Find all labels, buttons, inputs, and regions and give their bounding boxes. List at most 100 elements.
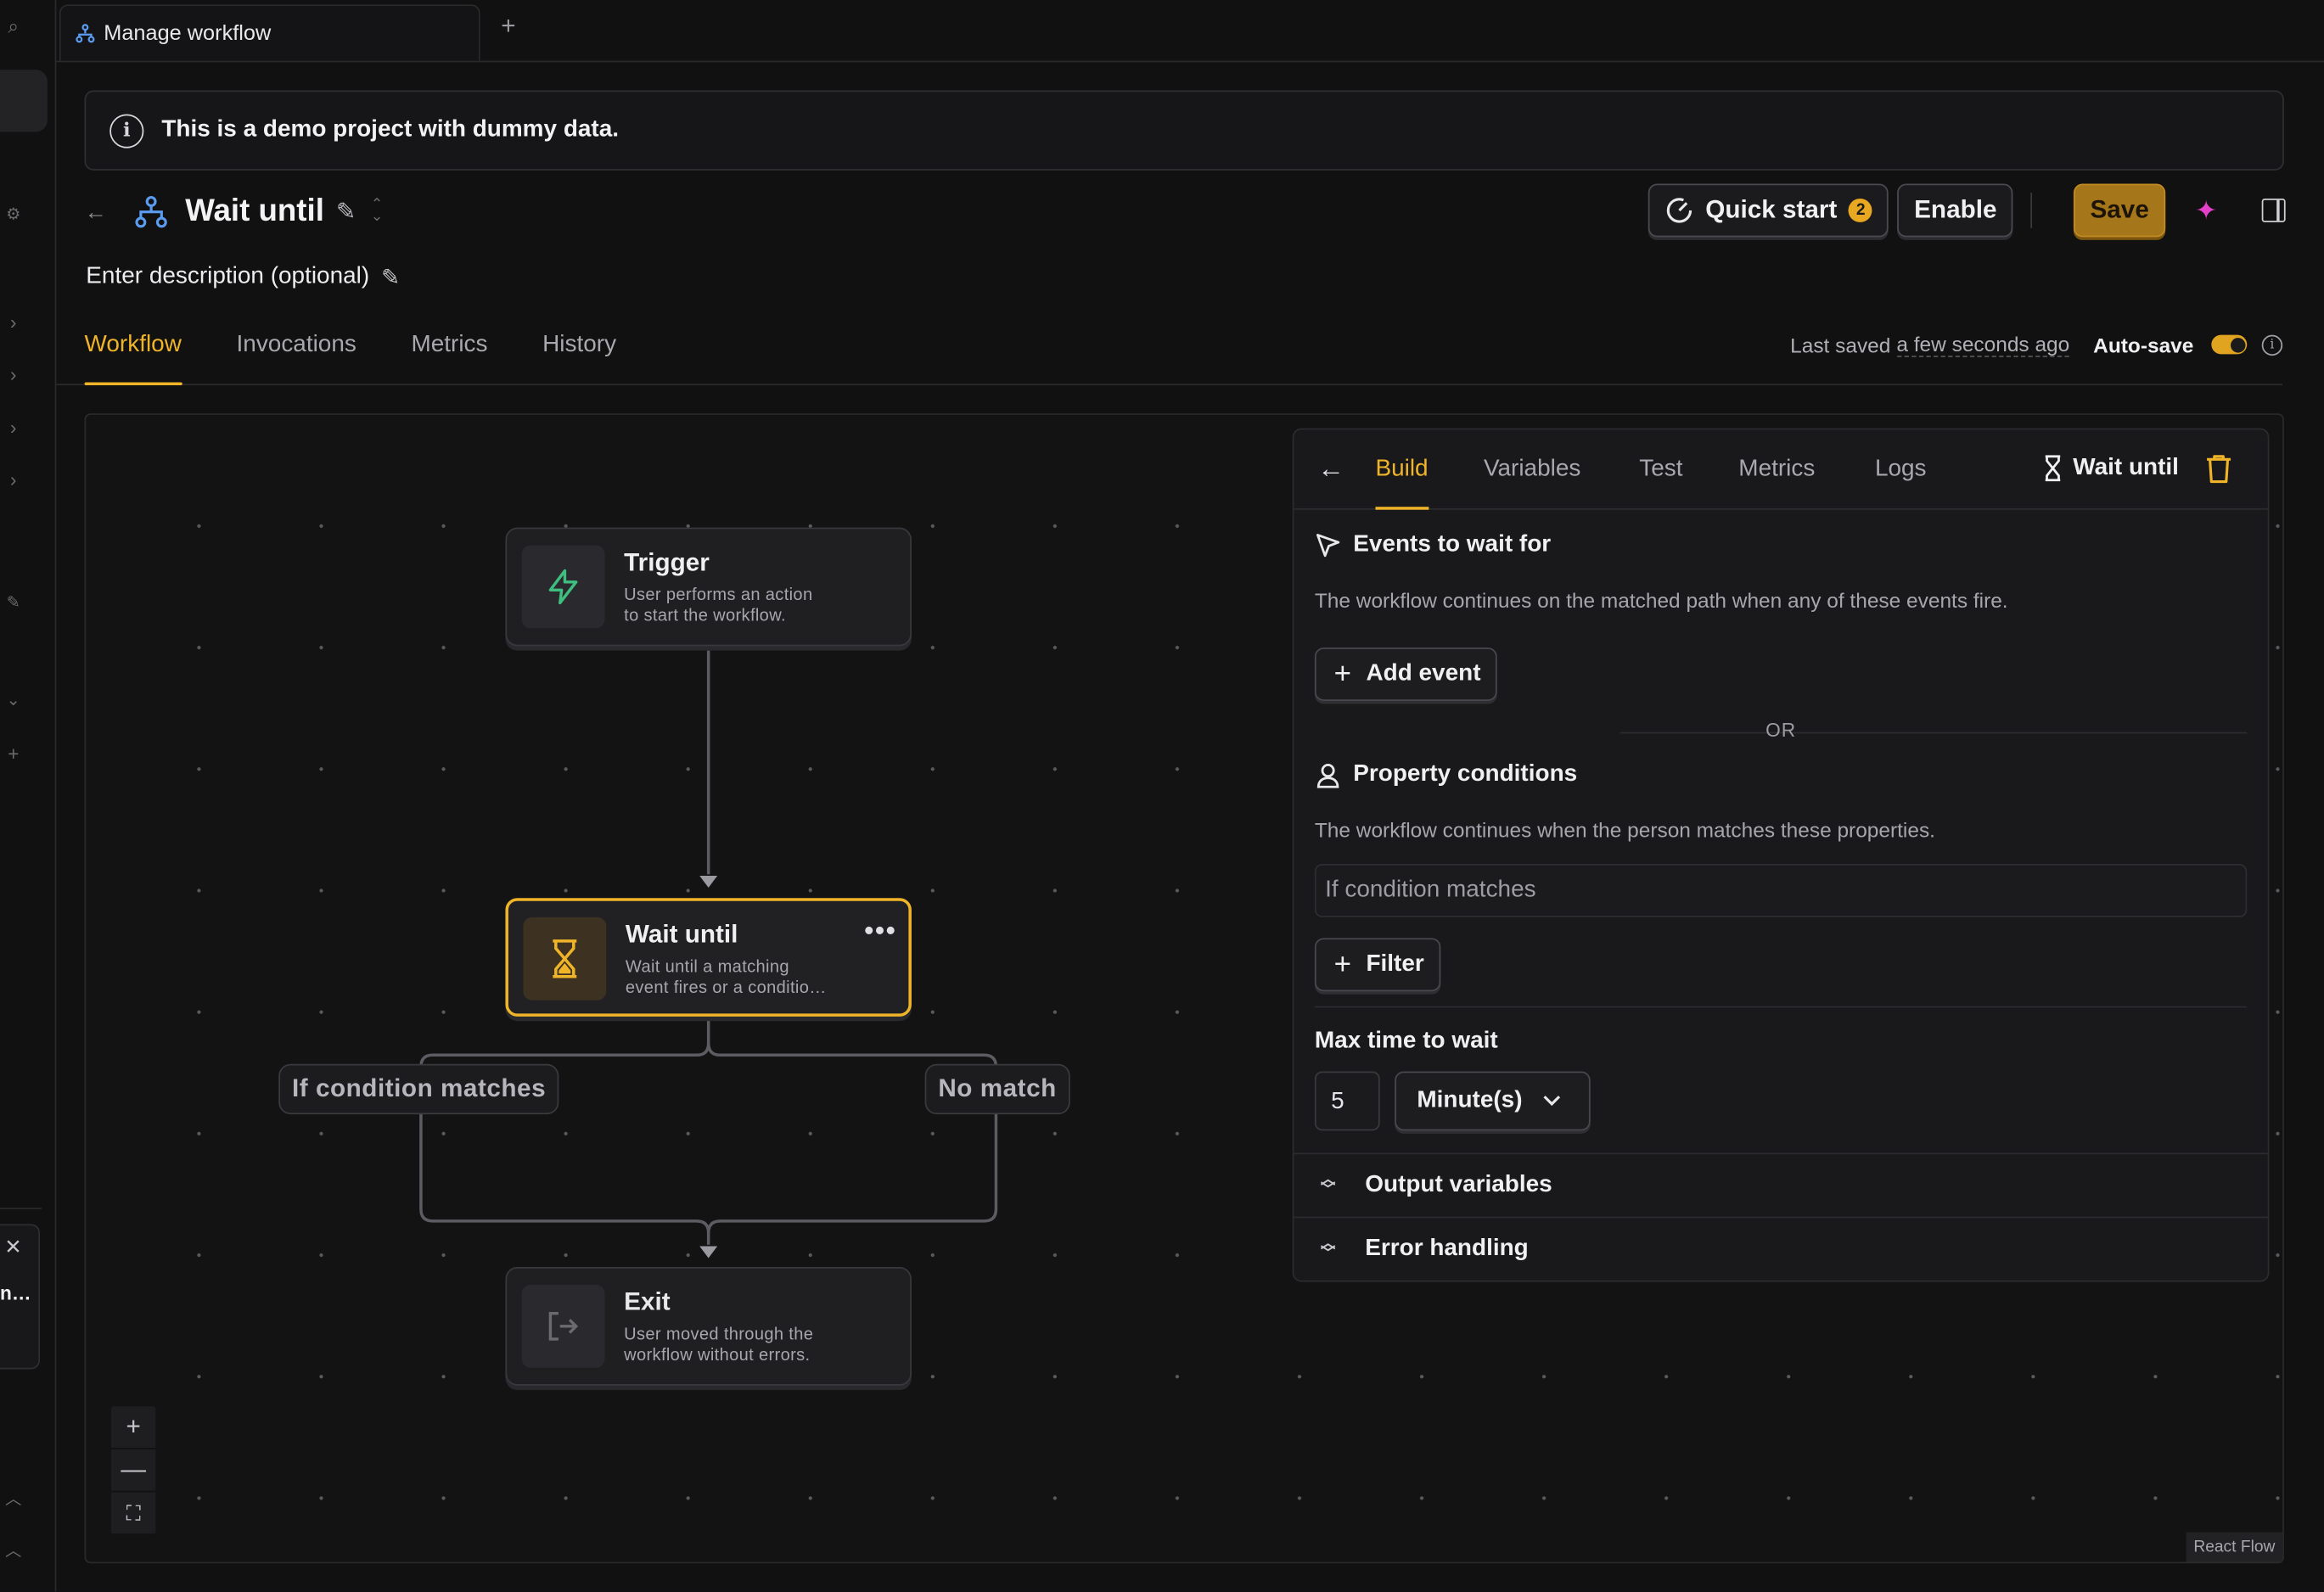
rail-active-item[interactable] (0, 70, 48, 132)
enable-button[interactable]: Enable (1897, 183, 2013, 238)
step-config-panel: ← Build Variables Test Metrics Logs Wait… (1292, 428, 2270, 1282)
settings-icon[interactable]: ⚙ (3, 205, 23, 224)
output-variables-row[interactable]: ︿ ﹀ Output variables (1294, 1152, 2268, 1217)
edit-description-icon[interactable]: ✎ (381, 264, 400, 291)
pencil-icon[interactable]: ✎ (3, 592, 23, 612)
plus-icon[interactable]: + (3, 743, 23, 765)
chevron-up-icon[interactable]: ︿ (3, 1539, 23, 1562)
plus-icon: + (1333, 947, 1351, 981)
node-exit[interactable]: Exit User moved through the workflow wit… (505, 1267, 912, 1386)
quick-start-icon (1666, 198, 1692, 223)
edge-label-no-match[interactable]: No match (924, 1063, 1070, 1115)
divider (2030, 193, 2033, 228)
plus-icon: + (1333, 657, 1351, 690)
toggle-panel-icon[interactable] (2261, 198, 2286, 222)
search-icon[interactable]: ⌕ (3, 14, 23, 38)
zoom-in-button[interactable]: + (110, 1406, 156, 1449)
output-variables-label: Output variables (1365, 1172, 1552, 1197)
quick-start-button[interactable]: Quick start 2 (1648, 183, 1889, 238)
add-tab-button[interactable]: + (501, 12, 515, 42)
panel-back-icon[interactable]: ← (1317, 453, 1344, 485)
node-description: Wait until a matching event fires or a c… (626, 957, 892, 999)
error-handling-row[interactable]: ︿ ﹀ Error handling (1294, 1216, 2268, 1281)
panel-tab-variables[interactable]: Variables (1484, 457, 1580, 510)
add-event-label: Add event (1366, 660, 1481, 687)
exit-icon (521, 1284, 605, 1368)
main-tabs: Workflow Invocations Metrics History (84, 323, 671, 386)
events-title-text: Events to wait for (1353, 531, 1552, 558)
description-placeholder: Enter description (optional) (86, 263, 370, 289)
hourglass-icon (523, 917, 607, 1001)
panel-tab-metrics[interactable]: Metrics (1738, 457, 1815, 510)
node-title: Wait until (625, 920, 738, 949)
chevron-right-icon[interactable]: › (3, 468, 23, 490)
tab-invocations[interactable]: Invocations (237, 323, 356, 385)
autosave-label: Auto-save (2093, 333, 2194, 356)
chevron-right-icon[interactable]: › (3, 417, 23, 439)
last-saved-label: Last saved (1790, 333, 1891, 356)
max-wait-input[interactable]: 5 (1314, 1071, 1380, 1131)
filter-label: Filter (1366, 951, 1424, 977)
zoom-out-button[interactable]: — (110, 1449, 156, 1493)
events-description: The workflow continues on the matched pa… (1314, 588, 2008, 613)
add-filter-button[interactable]: + Filter (1314, 938, 1440, 992)
panel-tab-build[interactable]: Build (1375, 457, 1429, 510)
max-wait-unit-select[interactable]: Minute(s) (1395, 1071, 1591, 1131)
tab-title: Manage workflow (104, 21, 272, 46)
panel-tab-test[interactable]: Test (1639, 457, 1682, 510)
node-description-line: event fires or a conditio… (625, 979, 827, 998)
property-description: The workflow continues when the person m… (1314, 817, 1935, 842)
close-icon[interactable]: ✕ (4, 1235, 21, 1260)
rail-mini-panel: ✕ n… (0, 1224, 41, 1370)
panel-tab-logs[interactable]: Logs (1875, 457, 1927, 510)
error-handling-label: Error handling (1365, 1236, 1529, 1262)
zoom-controls: + — ⛶ (110, 1406, 156, 1536)
chevron-right-icon[interactable]: › (3, 311, 23, 334)
autosave-info-icon[interactable]: i (2261, 334, 2283, 356)
property-title-text: Property conditions (1353, 761, 1578, 788)
tab-workflow[interactable]: Workflow (84, 323, 182, 386)
node-description-line: User performs an action (624, 586, 813, 605)
workflow-icon (135, 196, 167, 228)
node-description: User moved through the workflow without … (624, 1325, 890, 1366)
panel-step-name: Wait until (2043, 455, 2179, 482)
edge-arrow (699, 1246, 718, 1258)
workflow-icon (76, 24, 95, 43)
node-title: Trigger (624, 548, 710, 577)
save-button[interactable]: Save (2074, 183, 2166, 238)
info-icon: i (109, 113, 144, 148)
edge-wait-match (419, 1013, 710, 1245)
node-description-line: Wait until a matching (625, 958, 789, 977)
max-wait-title: Max time to wait (1314, 1028, 1498, 1054)
edge-arrow (699, 876, 718, 888)
page-title: Wait until (185, 193, 324, 228)
node-trigger[interactable]: Trigger User performs an action to start… (505, 527, 912, 647)
expand-chevron-icon[interactable]: ⌃ ⌄ (371, 198, 384, 224)
edit-title-icon[interactable]: ✎ (336, 197, 356, 227)
title-row: ← Wait until ✎ ⌃ ⌄ (85, 185, 384, 238)
tab-metrics[interactable]: Metrics (411, 323, 487, 385)
condition-field[interactable]: If condition matches (1314, 864, 2248, 917)
chevron-down-icon[interactable]: ⌄ (3, 691, 23, 709)
top-actions: Quick start 2 Enable Save ✦ (1648, 183, 2286, 238)
tab-manage-workflow[interactable]: Manage workflow (59, 4, 480, 61)
description-row[interactable]: Enter description (optional) ✎ (86, 264, 400, 290)
react-flow-attribution[interactable]: React Flow (2186, 1532, 2283, 1562)
panel-tabs: ← Build Variables Test Metrics Logs Wait… (1294, 429, 2268, 510)
node-wait-until[interactable]: Wait until Wait until a matching event f… (505, 898, 912, 1017)
chevron-right-icon[interactable]: › (3, 363, 23, 385)
node-menu-icon[interactable]: ••• (864, 916, 896, 947)
trash-icon[interactable] (2205, 453, 2231, 485)
autosave-toggle[interactable] (2211, 334, 2248, 355)
last-saved-time: a few seconds ago (1896, 332, 2070, 357)
left-rail: ⌕ ⚙ › › › › ✎ ⌄ + ✕ n… ︿ ︿ (0, 0, 57, 1592)
ai-sparkle-icon[interactable]: ✦ (2195, 195, 2217, 227)
tab-bar: Manage workflow + (56, 0, 2324, 63)
add-event-button[interactable]: + Add event (1314, 647, 1497, 701)
tab-history[interactable]: History (542, 323, 616, 385)
quick-start-label: Quick start (1705, 195, 1838, 224)
fit-view-button[interactable]: ⛶ (110, 1492, 156, 1536)
back-arrow-icon[interactable]: ← (85, 199, 115, 225)
edge-label-condition-matches[interactable]: If condition matches (278, 1063, 559, 1115)
chevron-up-icon[interactable]: ︿ (3, 1486, 23, 1510)
